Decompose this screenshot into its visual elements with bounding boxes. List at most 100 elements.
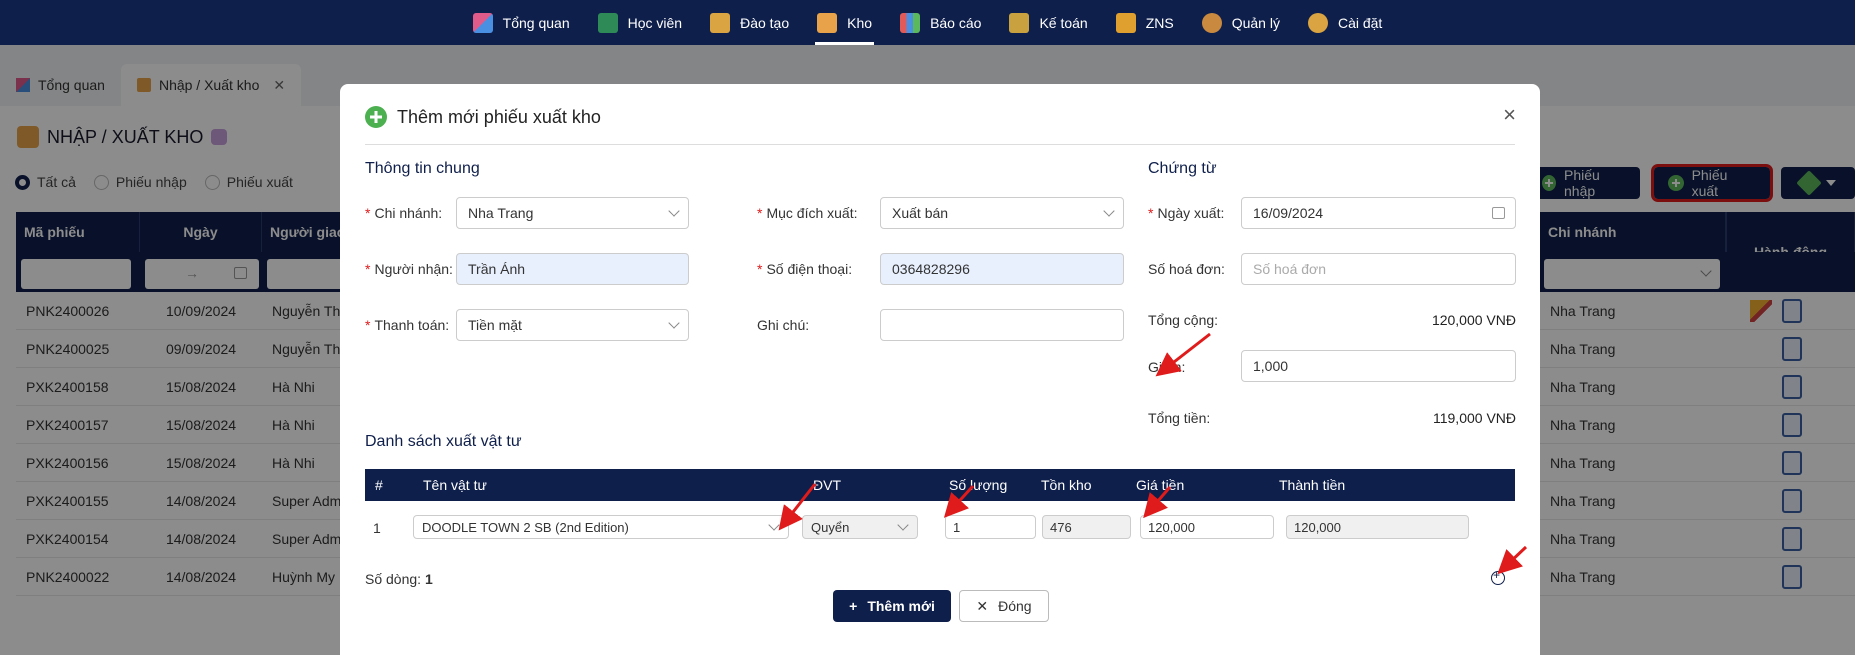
purpose-label: * Mục đích xuất:	[757, 205, 858, 221]
select-value: Quyển	[811, 519, 850, 535]
col-unit: ĐVT	[813, 477, 841, 493]
chevron-down-icon	[768, 519, 780, 531]
label-text: Số hoá đơn	[1148, 261, 1222, 277]
total-label: Tổng cộng:	[1148, 312, 1219, 328]
required-mark: *	[365, 205, 371, 221]
items-table-header: # Tên vật tư ĐVT Số lượng Tồn kho Giá ti…	[365, 469, 1515, 501]
select-value: Tiền mặt	[468, 317, 522, 333]
plus-circle-icon	[365, 106, 387, 128]
branch-select[interactable]: Nha Trang	[456, 197, 689, 229]
item-price-input[interactable]: 120,000	[1140, 515, 1274, 539]
close-button[interactable]: ✕ Đóng	[959, 590, 1049, 622]
item-qty-input[interactable]: 1	[945, 515, 1036, 539]
report-icon	[900, 12, 921, 33]
label-text: Giảm	[1148, 359, 1182, 375]
invoice-input[interactable]: Số hoá đơn	[1241, 253, 1516, 285]
chevron-down-icon	[897, 519, 909, 531]
row-count-label: Số dòng:	[365, 571, 422, 587]
section-general-heading: Thông tin chung	[365, 160, 480, 177]
label-text: Chi nhánh	[374, 205, 439, 221]
modal-title-text: Thêm mới phiếu xuất kho	[397, 106, 601, 127]
receiver-input[interactable]: Trần Ánh	[456, 253, 689, 285]
close-icon: ✕	[976, 597, 989, 614]
nav-item-accounting[interactable]: Kế toán	[995, 0, 1101, 45]
label-text: Người nhận	[374, 261, 450, 277]
note-label: Ghi chú:	[757, 317, 810, 333]
item-unit-select[interactable]: Quyển	[802, 515, 918, 539]
phone-label: * Số điện thoại:	[757, 261, 853, 277]
section-voucher-heading: Chứng từ	[1148, 160, 1217, 177]
label-text: Ghi chú	[757, 317, 806, 333]
manage-icon	[1201, 12, 1222, 33]
col-item-name: Tên vật tư	[423, 477, 487, 493]
required-mark: *	[365, 261, 371, 277]
nav-label: Tổng quan	[502, 14, 570, 31]
chevron-down-icon	[1103, 205, 1115, 217]
top-navigation: Tổng quan Học viên Đào tạo Kho Báo cáo K…	[0, 0, 1855, 45]
col-no: #	[375, 477, 383, 493]
grand-total-value: 119,000 VNĐ	[1432, 410, 1516, 426]
button-label: Thêm mới	[867, 598, 935, 614]
branch-label: * Chi nhánh:	[365, 205, 443, 221]
dashboard-icon	[472, 12, 493, 33]
phone-input[interactable]: 0364828296	[880, 253, 1124, 285]
nav-item-settings[interactable]: Cài đặt	[1294, 0, 1396, 45]
select-value: DOODLE TOWN 2 SB (2nd Edition)	[422, 519, 629, 535]
nav-label: Quản lý	[1231, 14, 1280, 31]
warehouse-icon	[817, 12, 838, 33]
payment-label: * Thanh toán:	[365, 317, 450, 333]
nav-item-reports[interactable]: Báo cáo	[886, 0, 995, 45]
add-export-voucher-modal: Thêm mới phiếu xuất kho × Thông tin chun…	[340, 84, 1540, 655]
label-text: Ngày xuất	[1157, 205, 1221, 221]
item-name-select[interactable]: DOODLE TOWN 2 SB (2nd Edition)	[413, 515, 789, 539]
nav-label: Kế toán	[1039, 14, 1088, 31]
nav-label: Cài đặt	[1337, 14, 1383, 31]
input-placeholder: Số hoá đơn	[1253, 261, 1327, 277]
add-new-button[interactable]: + Thêm mới	[833, 590, 951, 622]
nav-item-dashboard[interactable]: Tổng quan	[459, 0, 584, 45]
nav-item-warehouse[interactable]: Kho	[803, 0, 886, 45]
select-value: Xuất bán	[892, 205, 949, 221]
input-value: 476	[1050, 519, 1072, 535]
row-count: Số dòng: 1	[365, 571, 433, 587]
select-value: Nha Trang	[468, 205, 534, 221]
settings-gear-icon	[1307, 12, 1328, 33]
col-price: Giá tiền	[1136, 477, 1185, 493]
input-value: 0364828296	[892, 261, 970, 277]
item-amount-value: 120,000	[1286, 515, 1469, 539]
nav-label: ZNS	[1145, 14, 1174, 31]
nav-item-zns[interactable]: ZNS	[1102, 0, 1188, 45]
label-text: Số điện thoại	[766, 261, 849, 277]
col-qty: Số lượng	[949, 477, 1008, 493]
payment-select[interactable]: Tiền mặt	[456, 309, 689, 341]
section-items-heading: Danh sách xuất vật tư	[365, 433, 522, 450]
nav-label: Học viên	[627, 14, 683, 31]
col-stock: Tồn kho	[1041, 477, 1092, 493]
label-text: Thanh toán	[374, 317, 446, 333]
close-icon[interactable]: ×	[1503, 104, 1516, 126]
nav-item-manage[interactable]: Quản lý	[1188, 0, 1294, 45]
nav-item-students[interactable]: Học viên	[584, 0, 696, 45]
receiver-label: * Người nhận:	[365, 261, 453, 277]
item-no: 1	[373, 520, 381, 536]
student-icon	[597, 12, 618, 33]
purpose-select[interactable]: Xuất bán	[880, 197, 1124, 229]
label-text: Mục đích xuất	[766, 205, 854, 221]
calendar-icon	[1492, 207, 1505, 219]
plus-icon: +	[849, 598, 858, 614]
input-value: 120,000	[1148, 519, 1195, 535]
accounting-icon	[1009, 12, 1030, 33]
input-value: 1	[953, 519, 961, 535]
col-amount: Thành tiền	[1279, 477, 1346, 493]
nav-label: Đào tạo	[740, 14, 790, 31]
date-value: 16/09/2024	[1253, 205, 1324, 221]
note-input[interactable]	[880, 309, 1124, 341]
required-mark: *	[1148, 205, 1154, 221]
total-value: 120,000 VNĐ	[1431, 312, 1516, 328]
chevron-down-icon	[668, 205, 680, 217]
button-label: Đóng	[998, 598, 1032, 614]
export-date-picker[interactable]: 16/09/2024	[1241, 197, 1516, 229]
discount-input[interactable]: 1,000	[1241, 350, 1516, 382]
add-row-icon[interactable]	[1491, 568, 1505, 585]
nav-item-training[interactable]: Đào tạo	[696, 0, 803, 45]
